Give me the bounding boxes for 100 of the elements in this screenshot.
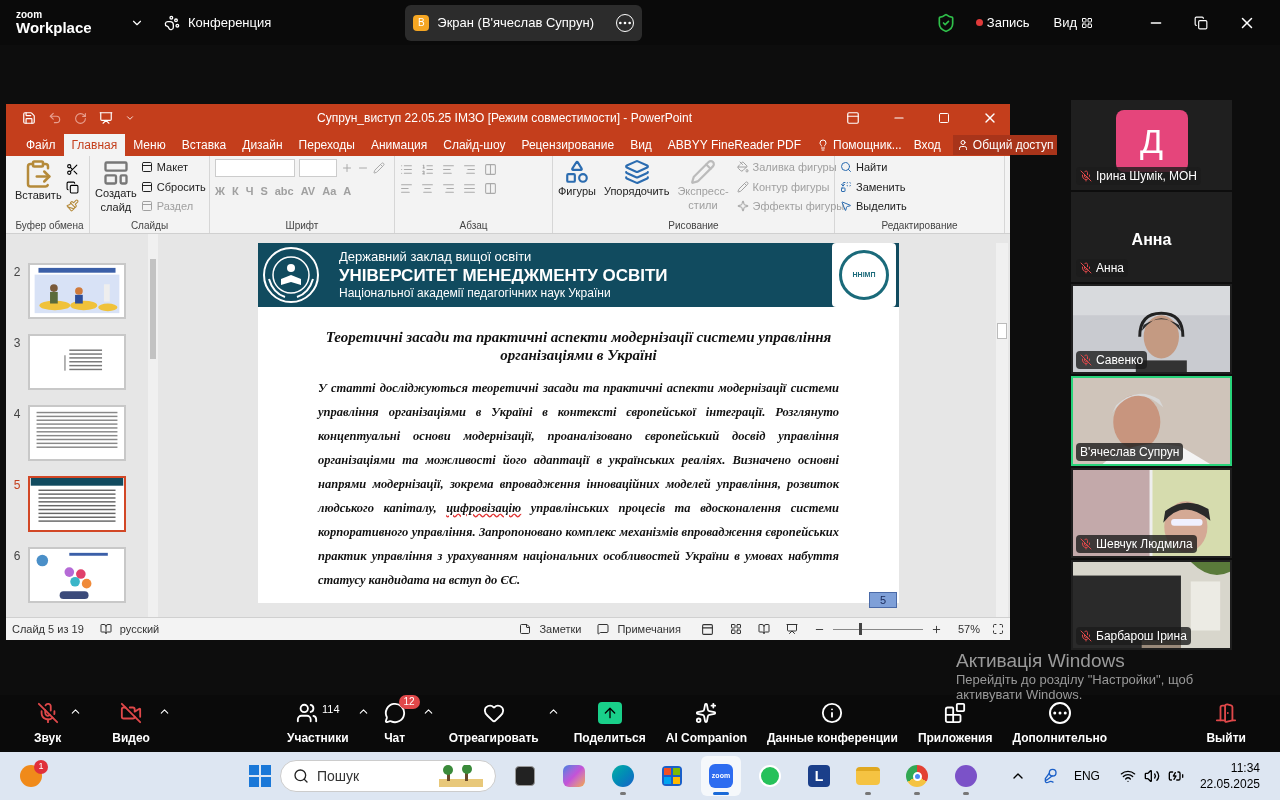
- meeting-tab[interactable]: Конференция: [188, 12, 272, 33]
- ribbon-tab[interactable]: Файл: [18, 134, 64, 156]
- zoom-in-icon[interactable]: [930, 623, 942, 635]
- brand-name: Workplace: [16, 20, 93, 35]
- layers-icon: [623, 159, 650, 185]
- lightbulb-icon[interactable]: [817, 139, 829, 151]
- font-name-field[interactable]: [215, 159, 295, 177]
- taskbar-app[interactable]: L: [799, 756, 839, 796]
- clock[interactable]: 11:34 22.05.2025: [1199, 760, 1260, 792]
- leave-button[interactable]: Выйти: [1200, 700, 1252, 747]
- participant-tile[interactable]: Савенко: [1071, 284, 1232, 374]
- react-button[interactable]: Отреагировать: [442, 700, 545, 747]
- fit-icon[interactable]: [992, 623, 1004, 635]
- slideshow-icon[interactable]: [785, 623, 798, 635]
- comments-icon[interactable]: [597, 623, 610, 635]
- zoom-slider-thumb[interactable]: [859, 623, 863, 635]
- tell-me-field[interactable]: Помощник...: [833, 136, 902, 154]
- spelling-icon[interactable]: [99, 623, 112, 635]
- comments-button[interactable]: Примечания: [617, 620, 681, 638]
- paintbrush-icon[interactable]: [65, 199, 79, 212]
- share-title: Экран (В'ячеслав Супрун): [437, 13, 595, 32]
- notification-app[interactable]: [20, 765, 42, 787]
- view-menu[interactable]: Вид: [1053, 12, 1077, 33]
- participant-tile[interactable]: Анна Анна: [1071, 192, 1232, 282]
- share-button[interactable]: Поделиться: [567, 700, 652, 747]
- reading-view-icon[interactable]: [757, 623, 770, 635]
- ribbon-tab[interactable]: Анимация: [362, 134, 436, 156]
- ribbon-tab[interactable]: Вставка: [173, 134, 235, 156]
- slide-command[interactable]: Макет: [140, 159, 206, 176]
- audio-button[interactable]: Звук: [28, 700, 68, 747]
- participant-display-name: Анна: [1131, 230, 1172, 250]
- font-size-field[interactable]: [299, 159, 337, 177]
- ribbon-tab[interactable]: Слайд-шоу: [435, 134, 514, 156]
- more-button[interactable]: Дополнительно: [1006, 700, 1114, 747]
- volume-icon[interactable]: [1143, 768, 1160, 784]
- search-icon: [293, 768, 309, 784]
- info-button[interactable]: Данные конференции: [761, 700, 904, 747]
- scissors-icon[interactable]: [65, 163, 79, 176]
- slide-command[interactable]: Сбросить: [140, 178, 206, 195]
- customize-icon[interactable]: [125, 113, 135, 123]
- new-slide-button[interactable]: Создать слайд: [95, 159, 137, 215]
- scrollbar[interactable]: [148, 234, 158, 617]
- slide-counter: Слайд 5 из 19: [12, 621, 84, 637]
- participant-tile[interactable]: Барбарош Ірина: [1071, 560, 1232, 650]
- scrollbar[interactable]: [996, 243, 1008, 617]
- windows-start-icon[interactable]: [249, 765, 271, 787]
- ribbon-tab[interactable]: Рецензирование: [513, 134, 623, 156]
- ribbon-tab[interactable]: Дизайн: [234, 134, 291, 156]
- share-indicator[interactable]: В Экран (В'ячеслав Супрун): [405, 4, 643, 41]
- participant-tile[interactable]: В'ячеслав Супрун: [1071, 376, 1232, 466]
- ai-icon: [695, 701, 718, 724]
- share-button[interactable]: Общий доступ: [952, 135, 1058, 155]
- participant-tile[interactable]: Д Ірина Шумік, МОН: [1071, 100, 1232, 190]
- paw-icon[interactable]: [164, 14, 180, 31]
- participant-name: В'ячеслав Супрун: [1080, 444, 1180, 461]
- participants-button[interactable]: 114 Участники: [280, 700, 355, 747]
- more-icon: [1048, 701, 1071, 724]
- pencil-icon: [690, 159, 716, 185]
- chat-button[interactable]: 12 Чат: [377, 694, 420, 747]
- grid-icon[interactable]: [1081, 16, 1093, 29]
- window-title: Супрун_виступ 22.05.25 ІМЗО [Режим совместимости] - PowerPoint: [317, 110, 693, 127]
- maximize-icon[interactable]: [938, 112, 950, 124]
- search-input[interactable]: Пошук: [317, 765, 431, 787]
- ai-button[interactable]: AI Companion: [659, 700, 754, 747]
- save-icon[interactable]: [22, 111, 36, 125]
- sign-in-link[interactable]: Вход: [913, 136, 941, 154]
- ribbon-group-label: Редактирование: [880, 219, 959, 233]
- video-button[interactable]: Видео: [106, 700, 156, 747]
- info-icon: [821, 701, 844, 724]
- ribbon-tab[interactable]: ABBYY FineReader PDF: [659, 134, 809, 156]
- input-language[interactable]: ENG: [1073, 767, 1100, 785]
- leave-icon: [1215, 701, 1238, 724]
- participant-tile[interactable]: Шевчук Людмила: [1071, 468, 1232, 558]
- drawing-tool-button[interactable]: Фигуры: [558, 159, 596, 199]
- drawing-tool-button[interactable]: Упорядочить: [603, 159, 670, 199]
- slideshow-icon[interactable]: [99, 111, 113, 125]
- ribbon-tab[interactable]: Вид: [622, 134, 660, 156]
- restore-icon[interactable]: [1194, 15, 1208, 30]
- zoom-slider[interactable]: [832, 623, 923, 635]
- video-icon: [120, 701, 143, 724]
- sorter-view-icon[interactable]: [729, 623, 742, 635]
- slide-body-text: У статті досліджуються теоретичні засади та практичні аспекти модернізації системи управління організаціями в Україні в контексті європейської інтеграції. Розглянуто концептуальні основи модернізації, проаналізовано європейський досвід управління організаціями та можливості його адаптації в українських реаліях. Визначено основні напрями модернізації, зокрема впровадження інноваційних моделей управління, розвиток людського капіталу, цифровізацію управлінських процесів та вдосконалення системи корпоративного управління. Запропоновано комплекс механізмів впровадження європейських практик управління з урахуванням національних особливостей України в умовах набуття статусу кандидата на вступ до ЄС.: [318, 380, 839, 589]
- ribbon-tab[interactable]: Меню: [125, 134, 174, 156]
- normal-view-icon[interactable]: [700, 622, 714, 636]
- copy-icon[interactable]: [65, 181, 79, 194]
- participant-name: Шевчук Людмила: [1096, 536, 1193, 553]
- ribbon-display-icon[interactable]: [846, 111, 860, 125]
- participants-icon: [296, 701, 318, 724]
- notes-button[interactable]: Заметки: [539, 620, 582, 638]
- activation-text: Перейдіть до розділу "Настройки", щоб: [956, 672, 1194, 687]
- notes-icon[interactable]: [519, 623, 532, 635]
- wifi-icon[interactable]: [1119, 768, 1136, 784]
- battery-icon[interactable]: [1167, 768, 1184, 784]
- ribbon-tab[interactable]: Переходы: [290, 134, 363, 156]
- paste-button[interactable]: Вставить: [15, 159, 62, 203]
- zoom-percent[interactable]: 57%: [957, 620, 980, 638]
- ribbon-tab[interactable]: Главная: [63, 134, 126, 156]
- record-label[interactable]: Запись: [986, 12, 1030, 33]
- taskbar-search-field[interactable]: Пошук: [280, 760, 496, 792]
- language-label[interactable]: русский: [119, 620, 160, 638]
